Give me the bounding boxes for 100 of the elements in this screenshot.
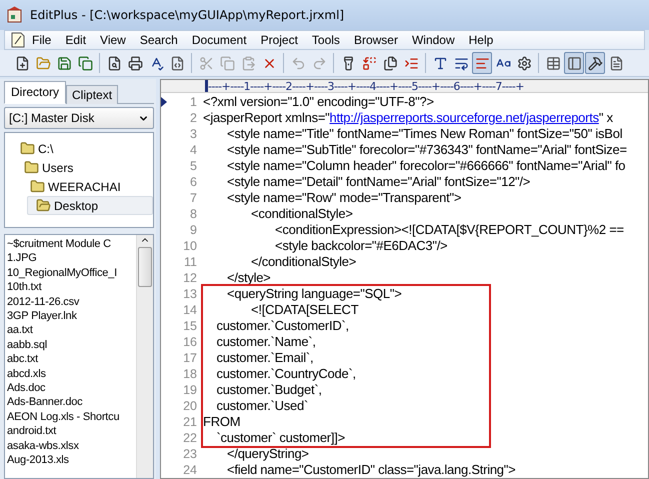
line-number: 1 xyxy=(190,95,197,109)
code-text: <style backcolor="#E6DAC3"/> xyxy=(274,238,448,254)
directory-entry[interactable]: Ads-Banner.doc xyxy=(7,395,136,410)
new-file-icon xyxy=(14,56,30,70)
drive-dropdown[interactable]: [C:] Master Disk xyxy=(4,107,154,129)
code-text: <field name="CustomerID" class="java.lang.String"> xyxy=(226,462,516,478)
code-text: <style name="Column header" forecolor="#666666" fontName="Arial" fo xyxy=(226,158,626,174)
line-number: 19 xyxy=(183,383,197,397)
folder-icon xyxy=(24,160,39,175)
table-icon xyxy=(546,56,560,70)
line-number: 4 xyxy=(190,143,197,157)
directory-entry[interactable]: ~$cruitment Module C xyxy=(7,237,136,252)
directory-entry[interactable]: aa.txt xyxy=(7,323,136,338)
menu-item[interactable]: Project xyxy=(254,33,305,47)
line-number: 14 xyxy=(183,303,197,317)
code-text: customer.`Budget`, xyxy=(215,382,322,398)
font-icon xyxy=(432,56,448,70)
directory-entry[interactable]: abc.txt xyxy=(7,352,136,367)
directory-entry[interactable]: android.txt xyxy=(7,424,136,439)
code-text: customer.`Used` xyxy=(215,398,308,414)
code-text: <conditionExpression><![CDATA[$V{REPORT_COUNT}%2 == xyxy=(274,222,624,238)
line-number: 23 xyxy=(183,447,197,461)
undo-icon xyxy=(290,56,306,70)
directory-entry[interactable]: Ads.doc xyxy=(7,381,136,396)
column-ruler: ----+----1----+----2----+----3----+----4----+----5----+----6----+----7----+ xyxy=(205,80,524,92)
save-icon xyxy=(56,56,72,70)
menu-item[interactable]: Search xyxy=(132,33,185,47)
line-number: 20 xyxy=(183,399,197,413)
menu-item[interactable]: Edit xyxy=(58,33,94,47)
line-number: 5 xyxy=(190,159,197,173)
code-editor[interactable] xyxy=(160,79,649,479)
align-icon xyxy=(474,56,490,70)
redo-icon xyxy=(312,56,326,70)
copy-icon xyxy=(220,56,234,70)
code-text: `customer` customer]]> xyxy=(215,430,345,446)
folder-icon xyxy=(30,179,45,194)
line-number: 13 xyxy=(183,287,197,301)
toolbar-button[interactable] xyxy=(564,52,584,74)
directory-entry[interactable]: 10th.txt xyxy=(7,280,136,295)
tree-item[interactable]: Desktop xyxy=(27,196,153,215)
line-number: 11 xyxy=(184,255,197,269)
menu-item[interactable]: Window xyxy=(404,33,462,47)
line-number: 3 xyxy=(190,127,197,141)
menu-item[interactable]: File xyxy=(25,33,58,47)
documents-icon xyxy=(382,56,398,70)
tree-item[interactable]: WEERACHAI xyxy=(21,177,153,196)
code-text: FROM xyxy=(203,414,240,430)
menu-item[interactable]: View xyxy=(93,33,133,47)
scroll-thumb[interactable] xyxy=(138,247,152,287)
code-text: </style> xyxy=(226,270,271,286)
code-text: <style name="Row" mode="Transparent"> xyxy=(226,190,462,206)
directory-entry[interactable]: abcd.xls xyxy=(7,366,136,382)
line-number: 24 xyxy=(183,463,197,477)
line-number: 17 xyxy=(183,351,197,365)
code-text: </conditionalStyle> xyxy=(250,254,356,270)
tree-item[interactable]: C:\ xyxy=(9,139,153,158)
code-text: customer.`CountryCode`, xyxy=(215,366,356,382)
menu-item[interactable]: Help xyxy=(462,33,500,47)
printer-icon xyxy=(128,56,142,70)
menu-item[interactable]: Tools xyxy=(304,33,347,47)
paste-icon xyxy=(240,56,256,70)
menu-item[interactable]: Document xyxy=(184,33,254,47)
toolbar-button[interactable] xyxy=(585,52,605,74)
code-text: customer.`Name`, xyxy=(215,334,316,350)
scrollbar[interactable] xyxy=(136,235,153,478)
code-text: <queryString language="SQL"> xyxy=(226,286,402,302)
folder-icon xyxy=(20,141,35,156)
line-number: 10 xyxy=(183,239,197,253)
menu-item[interactable]: Browser xyxy=(346,33,405,47)
line-number: 15 xyxy=(183,319,197,333)
current-line-marker-icon xyxy=(161,97,167,107)
code-text: <![CDATA[SELECT xyxy=(250,302,358,318)
directory-entry[interactable]: aabb.sql xyxy=(7,338,136,352)
directory-entry[interactable]: AEON Log.xls - Shortcu xyxy=(7,410,136,424)
folder-icon xyxy=(36,198,51,213)
document-icon xyxy=(608,56,624,70)
code-text: <conditionalStyle> xyxy=(250,206,353,222)
code-text: <style name="Title" fontName="Times New Roman" fontSize="50" isBol xyxy=(226,126,622,142)
directory-entry[interactable]: 3GP Player.lnk xyxy=(7,309,136,324)
directory-entry[interactable]: 10_RegionalMyOffice_I xyxy=(7,266,136,280)
window-title: EditPlus - [C:\workspace\myGUIApp\myReport.jrxml] xyxy=(30,8,344,22)
code-text: <style name="SubTitle" forecolor="#736343" fontName="Arial" fontSize= xyxy=(226,142,627,158)
line-number: 2 xyxy=(190,111,197,125)
directory-entry[interactable]: Aug-2013.xls xyxy=(7,453,136,468)
directory-entry[interactable]: 1.JPG xyxy=(7,251,136,266)
code-text: <style name="Detail" fontName="Arial" fontSize="12"/> xyxy=(226,174,530,190)
save-all-icon xyxy=(78,56,92,70)
code-link[interactable]: http://jasperreports.sourceforge.net/jasperreports xyxy=(330,110,599,125)
open-folder-icon xyxy=(36,56,50,70)
line-number: 18 xyxy=(183,367,197,381)
sidebar-tab[interactable]: Cliptext xyxy=(66,85,118,104)
tree-item[interactable]: Users xyxy=(15,158,153,177)
line-number: 7 xyxy=(190,191,197,205)
app-logo-icon xyxy=(6,6,24,24)
line-number: 8 xyxy=(190,207,197,221)
directory-entry[interactable]: 2012-11-26.csv xyxy=(7,294,136,310)
sidebar-tab[interactable]: Directory xyxy=(4,81,66,104)
html-file-icon xyxy=(170,56,184,70)
document-icon xyxy=(11,32,25,48)
directory-entry[interactable]: asaka-wbs.xlsx xyxy=(7,438,136,454)
